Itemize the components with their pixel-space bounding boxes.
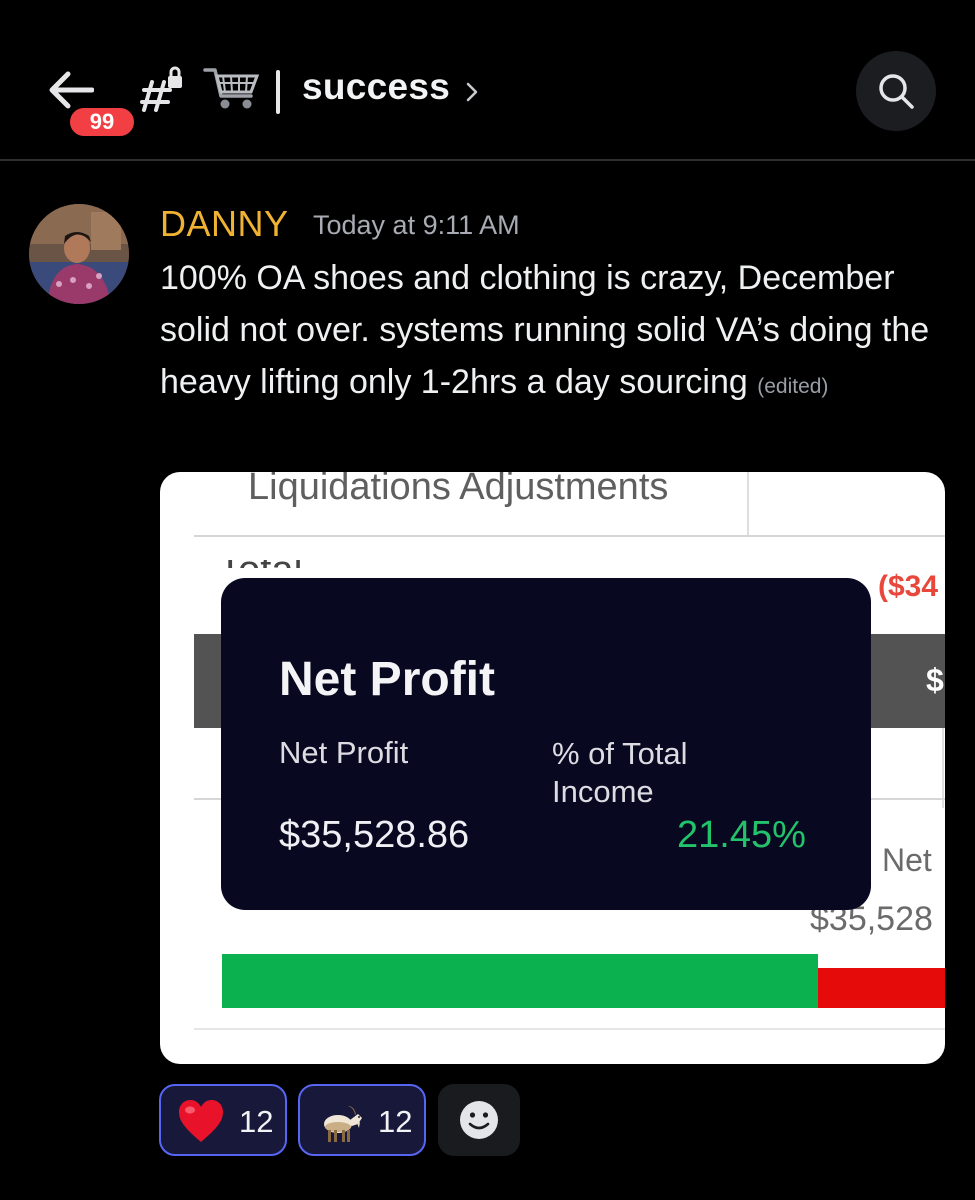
add-reaction-button[interactable]	[438, 1084, 520, 1156]
message-timestamp: Today at 9:11 AM	[313, 210, 520, 240]
channel-header: 99 success	[0, 0, 975, 160]
unread-count-badge: 99	[66, 104, 138, 140]
search-button[interactable]	[856, 51, 936, 131]
pct-income-label: % of Total Income	[552, 736, 688, 809]
reaction-heart[interactable]: 12	[159, 1084, 287, 1156]
red-value-fragment: ($34	[878, 570, 939, 603]
shopping-cart-icon	[201, 62, 261, 112]
reaction-count: 12	[378, 1104, 413, 1139]
author-name[interactable]: DANNY	[160, 203, 289, 245]
reaction-goat[interactable]: 12	[298, 1084, 426, 1156]
pct-income-value: 21.45%	[677, 814, 806, 856]
edited-label: (edited)	[757, 375, 829, 398]
total-label-fragment: Total	[218, 560, 328, 568]
table-divider	[194, 1028, 945, 1030]
profit-bar-red	[818, 968, 945, 1008]
chevron-right-icon[interactable]	[462, 77, 482, 107]
table-divider	[194, 535, 945, 537]
profit-bar-green	[222, 954, 818, 1008]
report-header-text: Liquidations Adjustments	[248, 472, 669, 508]
dark-row-value-fragment: $	[926, 662, 944, 698]
author-avatar[interactable]	[29, 204, 129, 304]
net-profit-label: Net Profit	[279, 735, 409, 770]
table-divider	[942, 728, 944, 808]
title-separator	[276, 70, 280, 114]
goat-emoji-icon	[324, 1106, 362, 1142]
tooltip-title: Net Profit	[279, 653, 495, 706]
heart-emoji-icon	[179, 1100, 223, 1142]
search-icon	[879, 74, 914, 109]
net-profit-tooltip: Net Profit Net Profit % of Total Income …	[221, 578, 871, 910]
reaction-count: 12	[239, 1104, 274, 1139]
table-divider	[747, 472, 749, 536]
image-attachment[interactable]: Liquidations Adjustments Total ($34 $ Ne…	[160, 472, 945, 1064]
channel-name[interactable]: success	[302, 66, 450, 108]
net-label-fragment: Net	[882, 842, 932, 878]
header-divider	[0, 159, 975, 161]
locked-channel-icon	[140, 66, 186, 112]
message-content: 100% OA shoes and clothing is crazy, Dec…	[160, 252, 950, 413]
net-profit-value: $35,528.86	[279, 814, 470, 856]
smiley-icon	[460, 1101, 498, 1139]
